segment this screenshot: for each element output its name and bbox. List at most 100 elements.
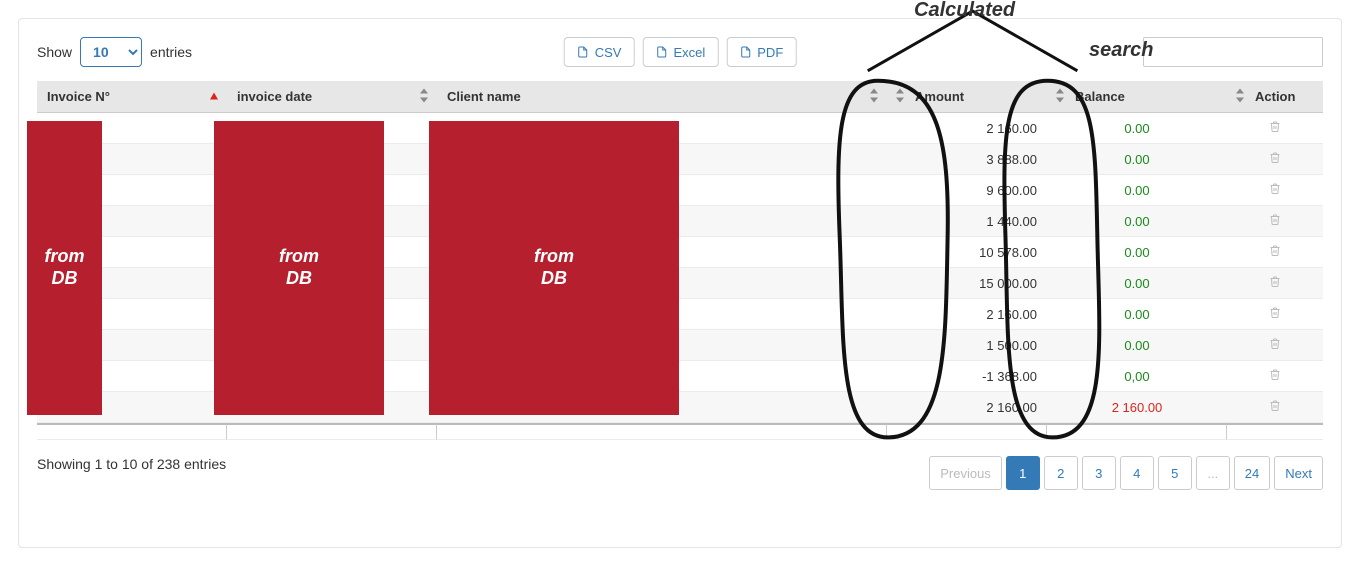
export-excel-label: Excel	[673, 45, 705, 60]
cell-invoice-date	[227, 392, 437, 423]
table-row: 9 600.000.00	[37, 175, 1323, 206]
entries-label: entries	[150, 44, 192, 60]
table-row: 15 000.000.00	[37, 268, 1323, 299]
page-2[interactable]: 2	[1044, 456, 1078, 490]
sort-both-icon	[869, 88, 879, 105]
cell-action	[1227, 113, 1323, 144]
trash-icon	[1269, 151, 1281, 164]
delete-button[interactable]	[1269, 151, 1281, 167]
delete-button[interactable]	[1269, 368, 1281, 384]
cell-balance: 0.00	[1047, 299, 1227, 330]
cell-invoice-date	[227, 268, 437, 299]
cell-amount: 2 160.00	[887, 392, 1047, 423]
info-row: Showing 1 to 10 of 238 entries Previous1…	[37, 456, 1323, 490]
cell-invoice-no	[37, 237, 227, 268]
pagination: Previous12345...24Next	[929, 456, 1323, 490]
cell-action	[1227, 392, 1323, 423]
delete-button[interactable]	[1269, 120, 1281, 136]
cell-balance: 0.00	[1047, 330, 1227, 361]
trash-icon	[1269, 399, 1281, 412]
cell-amount: 1 500.00	[887, 330, 1047, 361]
cell-invoice-date	[227, 206, 437, 237]
cell-amount: -1 368.00	[887, 361, 1047, 392]
cell-invoice-date	[227, 144, 437, 175]
th-action-label: Action	[1255, 89, 1295, 104]
cell-client-name	[437, 206, 887, 237]
cell-balance: 0.00	[1047, 144, 1227, 175]
page-3[interactable]: 3	[1082, 456, 1116, 490]
cell-amount: 1 440.00	[887, 206, 1047, 237]
table-footer-row	[37, 423, 1323, 440]
cell-action	[1227, 144, 1323, 175]
cell-balance: 0,00	[1047, 361, 1227, 392]
cell-balance: 0.00	[1047, 206, 1227, 237]
search-input[interactable]	[1143, 37, 1323, 67]
trash-icon	[1269, 337, 1281, 350]
cell-invoice-date	[227, 299, 437, 330]
cell-client-name	[437, 361, 887, 392]
th-amount-label: Amount	[915, 89, 964, 104]
table-row: 1 500.000.00	[37, 330, 1323, 361]
cell-invoice-no	[37, 392, 227, 423]
th-action[interactable]: Action	[1227, 81, 1323, 113]
cell-amount: 10 578.00	[887, 237, 1047, 268]
table-row: 2 160.000.00	[37, 113, 1323, 144]
cell-balance: 0.00	[1047, 175, 1227, 206]
export-buttons: CSV Excel PDF	[564, 37, 797, 67]
cell-action	[1227, 206, 1323, 237]
cell-balance: 0.00	[1047, 268, 1227, 299]
delete-button[interactable]	[1269, 306, 1281, 322]
datatable-panel: Show 102550100 entries CSV Excel PDF	[18, 18, 1342, 548]
length-menu: Show 102550100 entries	[37, 37, 192, 67]
th-invoice-no[interactable]: Invoice N°	[37, 81, 227, 113]
cell-balance: 2 160.00	[1047, 392, 1227, 423]
delete-button[interactable]	[1269, 182, 1281, 198]
delete-button[interactable]	[1269, 244, 1281, 260]
table-row: 1 440.000.00	[37, 206, 1323, 237]
cell-invoice-no	[37, 299, 227, 330]
invoice-table: Invoice N° invoice date Client name	[37, 81, 1323, 440]
cell-action	[1227, 237, 1323, 268]
cell-invoice-no	[37, 206, 227, 237]
delete-button[interactable]	[1269, 337, 1281, 353]
cell-amount: 2 160.00	[887, 113, 1047, 144]
search-wrap	[1143, 37, 1323, 67]
page-5[interactable]: 5	[1158, 456, 1192, 490]
cell-invoice-no	[37, 268, 227, 299]
delete-button[interactable]	[1269, 399, 1281, 415]
cell-amount: 2 160.00	[887, 299, 1047, 330]
th-client-name[interactable]: Client name	[437, 81, 887, 113]
delete-button[interactable]	[1269, 275, 1281, 291]
page-next[interactable]: Next	[1274, 456, 1323, 490]
th-invoice-date-label: invoice date	[237, 89, 312, 104]
export-pdf-button[interactable]: PDF	[726, 37, 796, 67]
page-24[interactable]: 24	[1234, 456, 1270, 490]
cell-amount: 3 888.00	[887, 144, 1047, 175]
th-client-name-label: Client name	[447, 89, 521, 104]
cell-action	[1227, 268, 1323, 299]
th-amount[interactable]: Amount	[887, 81, 1047, 113]
page-previous: Previous	[929, 456, 1002, 490]
cell-client-name	[437, 175, 887, 206]
cell-action	[1227, 361, 1323, 392]
sort-both-icon	[1235, 88, 1245, 105]
trash-icon	[1269, 182, 1281, 195]
cell-invoice-date	[227, 113, 437, 144]
cell-invoice-date	[227, 175, 437, 206]
export-csv-button[interactable]: CSV	[564, 37, 635, 67]
page-4[interactable]: 4	[1120, 456, 1154, 490]
cell-client-name	[437, 330, 887, 361]
trash-icon	[1269, 275, 1281, 288]
cell-amount: 9 600.00	[887, 175, 1047, 206]
length-select[interactable]: 102550100	[80, 37, 142, 67]
export-excel-button[interactable]: Excel	[642, 37, 718, 67]
th-invoice-date[interactable]: invoice date	[227, 81, 437, 113]
trash-icon	[1269, 120, 1281, 133]
export-pdf-label: PDF	[757, 45, 783, 60]
delete-button[interactable]	[1269, 213, 1281, 229]
trash-icon	[1269, 213, 1281, 226]
cell-invoice-date	[227, 330, 437, 361]
page-1[interactable]: 1	[1006, 456, 1040, 490]
th-balance[interactable]: Balance	[1047, 81, 1227, 113]
top-bar: Show 102550100 entries CSV Excel PDF	[37, 37, 1323, 67]
